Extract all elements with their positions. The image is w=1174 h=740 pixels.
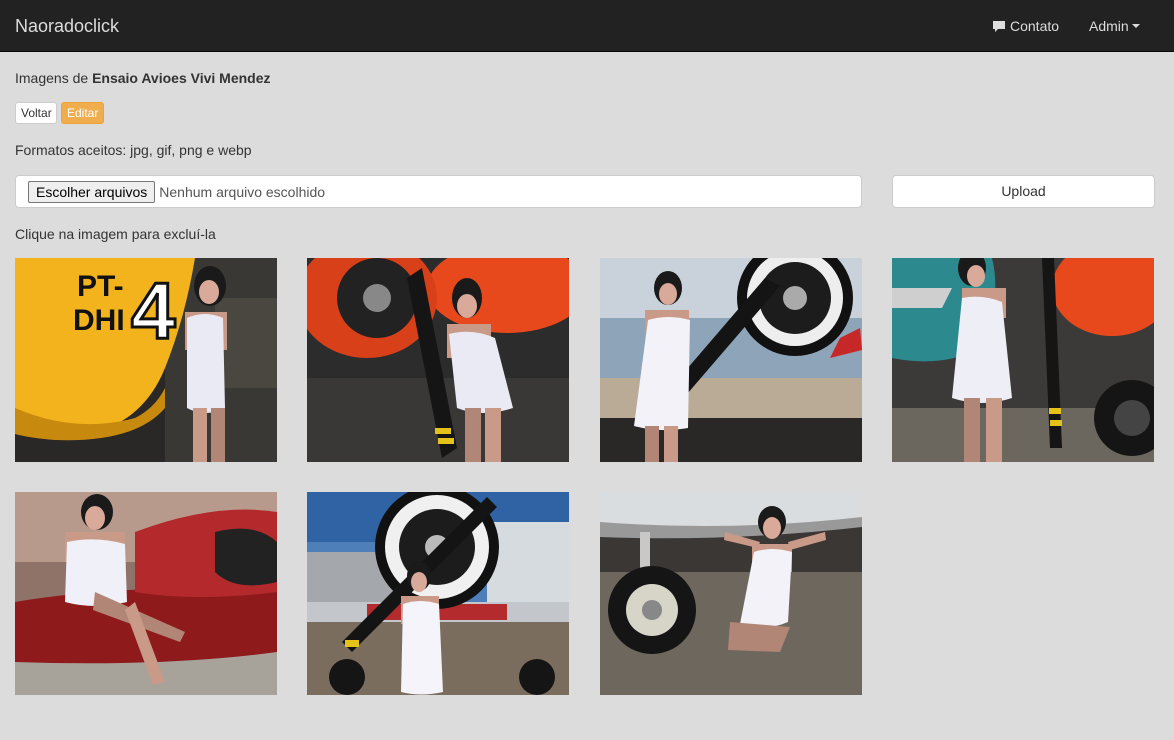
album-name: Ensaio Avioes Vivi Mendez — [92, 70, 271, 86]
gallery-image[interactable] — [600, 258, 862, 462]
photo-yellow-plane: PT- DHI 4 — [15, 258, 277, 462]
photo-red-engine — [307, 258, 569, 462]
caret-down-icon — [1131, 24, 1140, 28]
upload-button[interactable]: Upload — [892, 175, 1155, 208]
file-input[interactable]: Escolher arquivos Nenhum arquivo escolhi… — [15, 175, 862, 208]
nav-admin-dropdown[interactable]: Admin — [1089, 17, 1140, 35]
nav-admin-label: Admin — [1089, 18, 1129, 34]
photo-propeller-sky — [307, 492, 569, 695]
choose-files-button[interactable]: Escolher arquivos — [28, 180, 156, 203]
comment-icon — [993, 20, 1005, 32]
file-status: Nenhum arquivo escolhido — [159, 183, 326, 200]
page-heading: Imagens de Ensaio Avioes Vivi Mendez — [15, 69, 271, 87]
gallery-image[interactable] — [15, 492, 277, 695]
gallery-image[interactable]: PT- DHI 4 — [15, 258, 277, 462]
heading-prefix: Imagens de — [15, 70, 89, 86]
gallery-image[interactable] — [307, 492, 569, 695]
photo-propeller-outdoor — [600, 258, 862, 462]
gallery-image[interactable] — [892, 258, 1154, 462]
edit-button[interactable]: Editar — [61, 102, 104, 124]
delete-hint: Clique na imagem para excluí-la — [15, 226, 216, 242]
navbar: Naoradoclick Contato Admin — [0, 0, 1174, 52]
plane-marking-1: PT- — [77, 270, 124, 303]
nav-contato-label: Contato — [1010, 18, 1060, 34]
plane-marking-2: DHI — [73, 304, 125, 337]
nav-contato[interactable]: Contato — [992, 17, 1059, 35]
back-button[interactable]: Voltar — [15, 102, 57, 124]
photo-red-plane-seated — [15, 492, 277, 695]
gallery-image[interactable] — [307, 258, 569, 462]
formats-text: Formatos aceitos: jpg, gif, png e webp — [15, 142, 252, 158]
plane-number: 4 — [131, 266, 176, 355]
photo-teal-plane — [892, 258, 1154, 462]
gallery-image[interactable] — [600, 492, 862, 695]
brand-link[interactable]: Naoradoclick — [15, 15, 119, 37]
photo-kneeling-wheel — [600, 492, 862, 695]
